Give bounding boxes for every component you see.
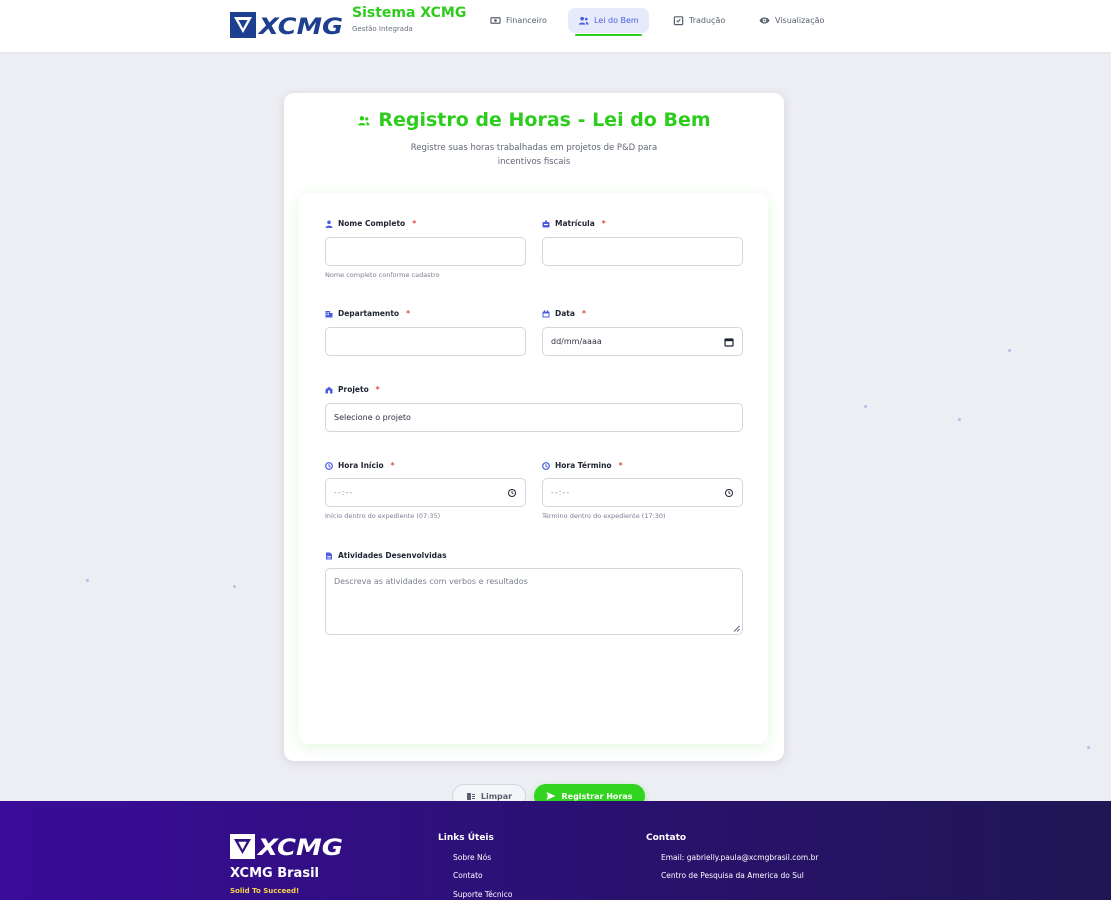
- required-mark: *: [618, 461, 623, 470]
- textarea-placeholder: Descreva as atividades com verbos e resu…: [334, 577, 528, 586]
- required-mark: *: [601, 219, 606, 228]
- required-mark: *: [375, 385, 380, 394]
- submit-button-label: Registrar Horas: [561, 791, 633, 801]
- departamento-label: Departamento *: [325, 309, 410, 318]
- footer-tagline: Solid To Succeed!: [230, 887, 300, 895]
- clock-icon: [542, 461, 550, 470]
- departamento-input[interactable]: [325, 327, 526, 356]
- nav-label: Tradução: [689, 16, 726, 25]
- nav-traducao[interactable]: Tradução: [663, 8, 735, 33]
- top-navbar: XCMG Sistema XCMG Gestão Integrada Finan…: [0, 0, 1111, 52]
- time-placeholder: --:--: [334, 488, 354, 497]
- svg-text:XCMG: XCMG: [257, 15, 343, 38]
- eraser-icon: [466, 793, 475, 800]
- xcmg-logo[interactable]: XCMG: [230, 12, 344, 38]
- footer-contact-title: Contato: [646, 833, 687, 843]
- form-panel: Nome Completo * Nome completo conforme ca…: [299, 193, 768, 808]
- hora-inicio-input[interactable]: --:--: [325, 478, 526, 507]
- page-title: Registro de Horas - Lei do Bem: [284, 109, 784, 131]
- footer-links-title: Links Úteis: [438, 833, 494, 843]
- atividades-textarea[interactable]: Descreva as atividades com verbos e resu…: [325, 568, 743, 635]
- nome-label: Nome Completo *: [325, 219, 416, 228]
- clock-picker-icon[interactable]: [507, 488, 517, 498]
- time-placeholder: --:--: [551, 488, 571, 497]
- nome-input[interactable]: [325, 237, 526, 266]
- calendar-icon: [542, 309, 550, 317]
- nav-label: Financeiro: [506, 16, 547, 25]
- background-dot: [1008, 349, 1011, 352]
- page-subtitle: Registre suas horas trabalhadas em proje…: [410, 143, 658, 167]
- hora-termino-label: Hora Término *: [542, 461, 623, 470]
- date-input[interactable]: dd/mm/aaaa: [542, 327, 743, 356]
- footer-center: Centro de Pesquisa da America do Sul: [661, 871, 804, 880]
- footer-company: XCMG Brasil: [230, 866, 319, 881]
- footer-email[interactable]: Email: gabrielly.paula@xcmgbrasil.com.br: [661, 853, 818, 862]
- svg-text:XCMG: XCMG: [256, 836, 343, 859]
- xcmg-footer-logo: XCMG: [230, 834, 343, 859]
- eye-icon: [759, 17, 770, 24]
- document-icon: [326, 552, 332, 559]
- page-title-text: Registro de Horas - Lei do Bem: [378, 109, 711, 131]
- nome-help: Nome completo conforme cadastro: [325, 271, 440, 279]
- project-icon: [325, 386, 333, 393]
- date-placeholder: dd/mm/aaaa: [551, 337, 602, 346]
- money-icon: [490, 17, 501, 24]
- hora-inicio-help: Início dentro do expediente (07:35): [325, 512, 441, 520]
- clock-picker-icon[interactable]: [724, 488, 734, 498]
- hora-inicio-label: Hora Início *: [325, 461, 395, 470]
- required-mark: *: [390, 461, 395, 470]
- matricula-label: Matrícula *: [542, 219, 606, 228]
- brand-title: Sistema XCMG: [352, 5, 467, 21]
- footer-link-contato[interactable]: Contato: [453, 871, 483, 880]
- footer-link-suporte[interactable]: Suporte Técnico: [453, 890, 512, 899]
- background-dot: [233, 585, 236, 588]
- atividades-label: Atividades Desenvolvidas: [325, 551, 447, 560]
- nav-label: Lei do Bem: [594, 16, 639, 25]
- required-mark: *: [406, 309, 411, 318]
- brand-subtitle: Gestão Integrada: [352, 25, 413, 33]
- background-dot: [86, 579, 89, 582]
- background-dot: [864, 405, 867, 408]
- projeto-selected: Selecione o projeto: [334, 413, 411, 422]
- translate-icon: [673, 16, 684, 26]
- id-card-icon: [542, 220, 550, 227]
- building-icon: [325, 310, 333, 317]
- background-dot: [958, 418, 961, 421]
- required-mark: *: [581, 309, 586, 318]
- calendar-picker-icon[interactable]: [724, 337, 734, 347]
- required-mark: *: [412, 219, 417, 228]
- nav-visualizacao[interactable]: Visualização: [749, 8, 834, 33]
- matricula-input[interactable]: [542, 237, 743, 266]
- background-dot: [1087, 746, 1090, 749]
- footer: XCMG XCMG Brasil Solid To Succeed! Links…: [0, 801, 1111, 900]
- nav-label: Visualização: [775, 16, 825, 25]
- resize-handle-icon[interactable]: [733, 625, 740, 632]
- form-card: Registro de Horas - Lei do Bem Registre …: [284, 93, 784, 808]
- nav-lei-do-bem[interactable]: Lei do Bem: [568, 8, 649, 36]
- users-icon: [358, 115, 370, 125]
- users-icon: [578, 16, 589, 25]
- projeto-label: Projeto *: [325, 385, 380, 394]
- send-icon: [546, 792, 556, 800]
- clock-icon: [325, 461, 333, 470]
- user-icon: [325, 220, 333, 228]
- footer-link-sobre[interactable]: Sobre Nós: [453, 853, 491, 862]
- nav-financeiro[interactable]: Financeiro: [480, 8, 557, 33]
- projeto-select[interactable]: Selecione o projeto: [325, 403, 743, 432]
- hora-termino-help: Término dentro do expediente (17:30): [542, 512, 666, 520]
- data-label: Data *: [542, 309, 586, 318]
- hora-termino-input[interactable]: --:--: [542, 478, 743, 507]
- clear-button-label: Limpar: [480, 791, 513, 801]
